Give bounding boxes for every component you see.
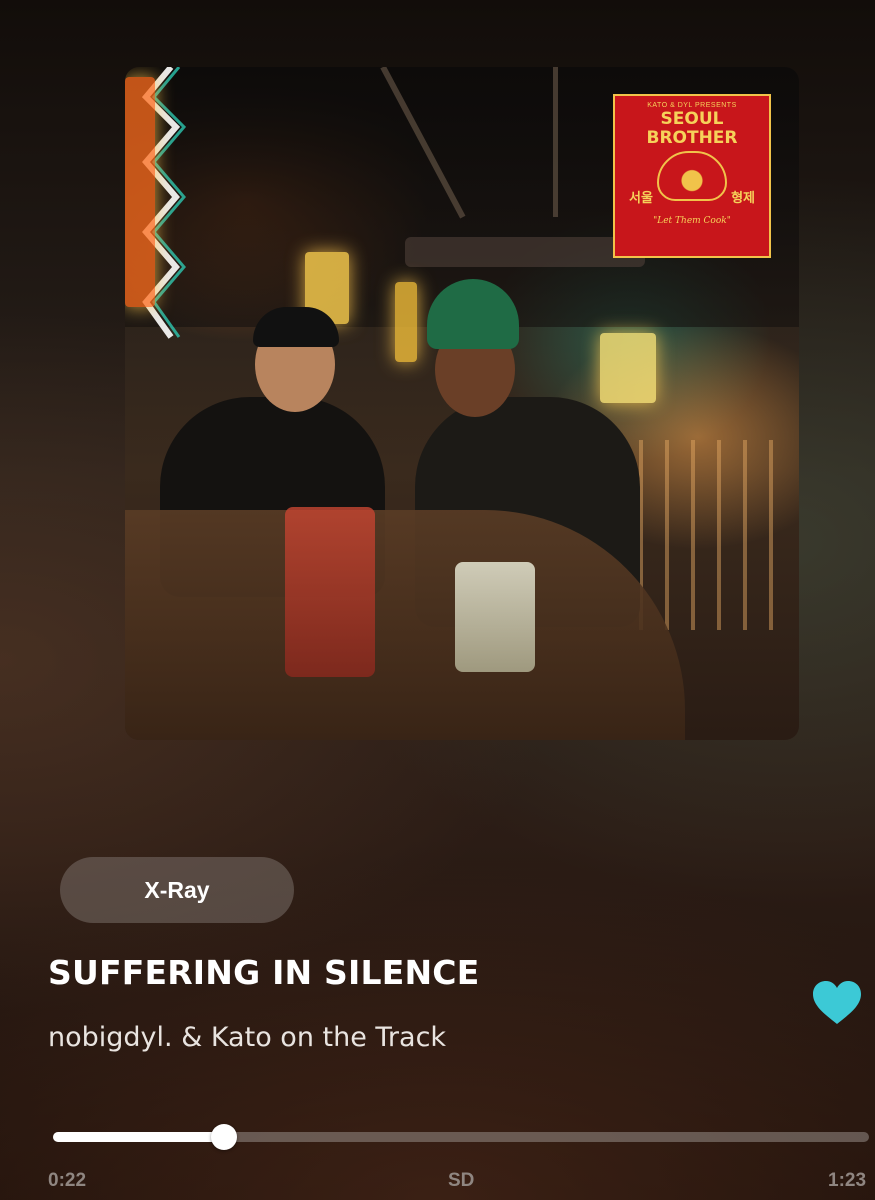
quality-badge[interactable]: SD [448, 1170, 474, 1192]
poster-tagline: "Let Them Cook" [653, 216, 731, 226]
album-poster: KATO & DYL PRESENTS SEOUL BROTHER 서울 형제 … [613, 94, 771, 258]
progress-thumb[interactable] [211, 1124, 238, 1150]
person-left-cap [253, 307, 339, 347]
total-time: 1:23 [828, 1170, 867, 1191]
like-button[interactable] [811, 980, 863, 1026]
elapsed-time: 0:22 [48, 1170, 87, 1191]
track-artist[interactable]: nobigdyl. & Kato on the Track [48, 1022, 446, 1053]
art-glass [455, 562, 535, 672]
art-pipe [405, 237, 645, 267]
art-glass [285, 507, 375, 677]
art-pipe [553, 67, 558, 217]
poster-korean: 서울 형제 [615, 187, 769, 206]
poster-title-line2: BROTHER [646, 128, 738, 148]
poster-title-line1: SEOUL [660, 109, 724, 129]
xray-button[interactable]: X-Ray [60, 857, 294, 923]
progress-fill [53, 1132, 225, 1142]
xray-label: X-Ray [144, 876, 210, 903]
poster-korean-left: 서울 [629, 191, 653, 206]
poster-presents: KATO & DYL PRESENTS [647, 102, 737, 109]
neon-sign [125, 77, 155, 307]
neon-sign [395, 282, 417, 362]
track-title: SUFFERING IN SILENCE [48, 953, 480, 992]
heart-icon [813, 981, 861, 1024]
neon-sign [600, 333, 656, 403]
progress-bar[interactable] [53, 1124, 869, 1150]
bar-stools [639, 440, 789, 630]
poster-korean-right: 형제 [731, 191, 755, 206]
album-art: KATO & DYL PRESENTS SEOUL BROTHER 서울 형제 … [125, 67, 799, 740]
